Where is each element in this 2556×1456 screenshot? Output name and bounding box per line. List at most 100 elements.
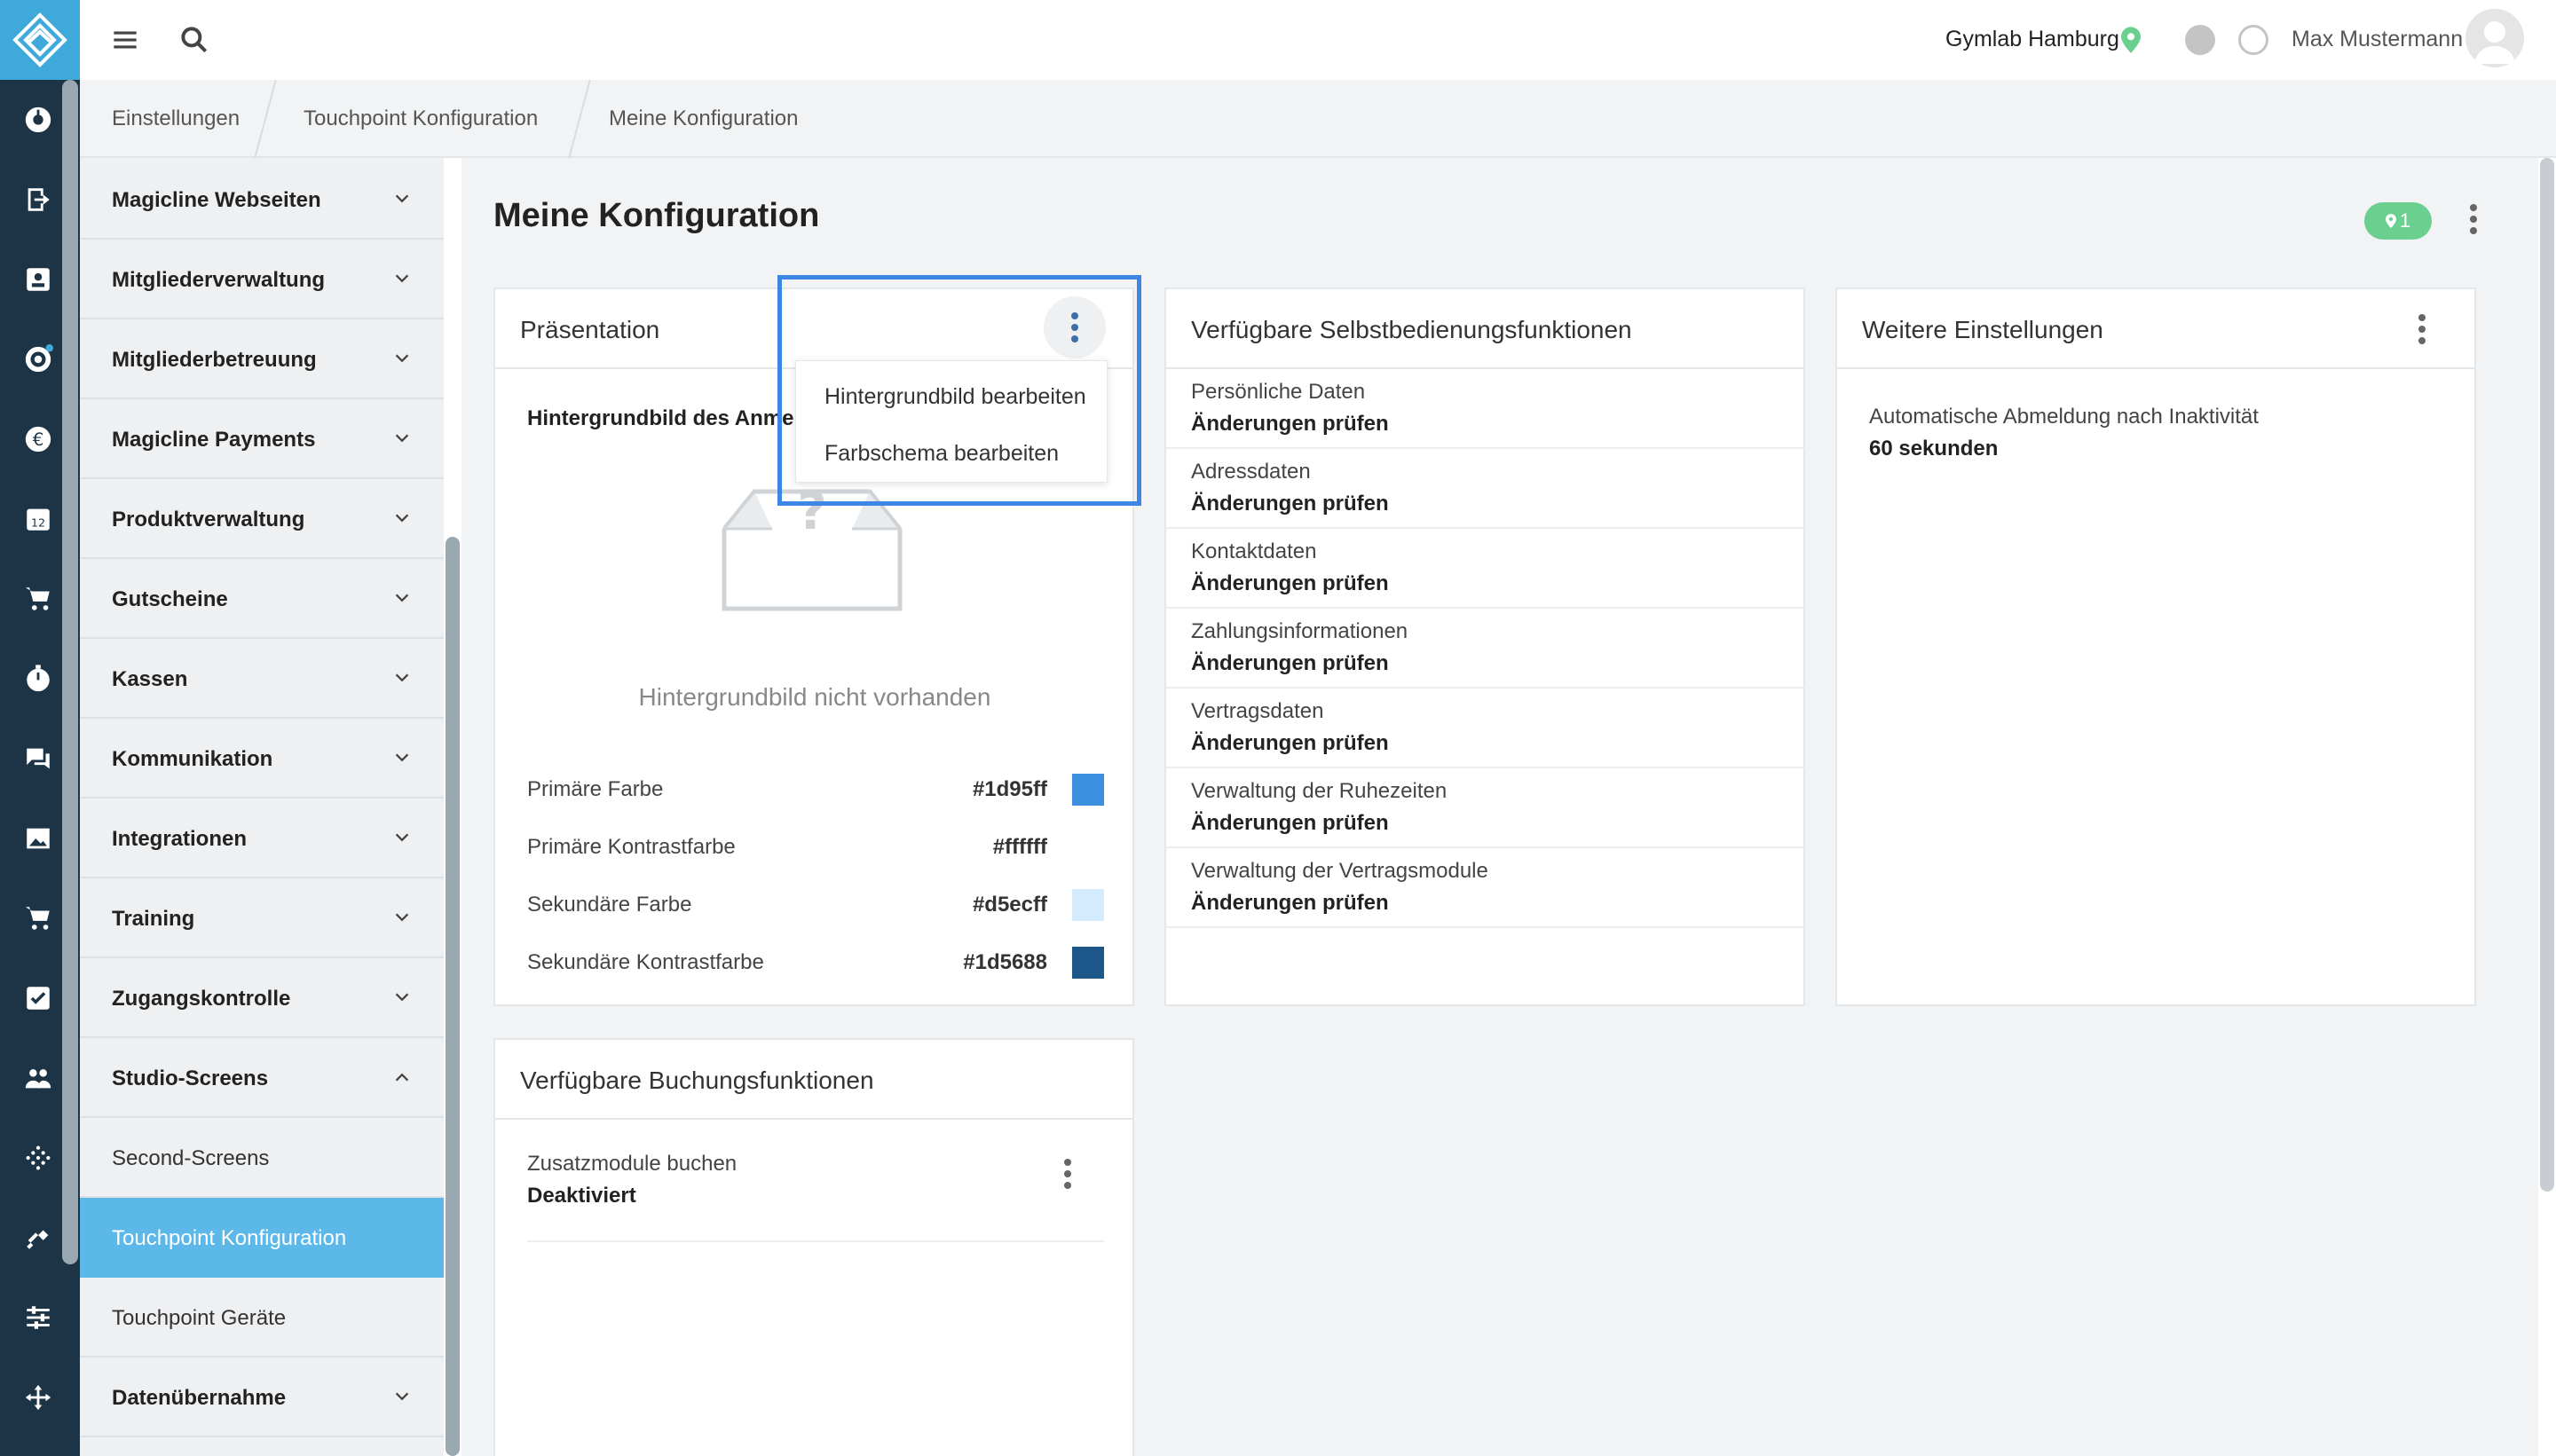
sidebar-item-magicline-payments[interactable]: Magicline Payments <box>80 399 444 479</box>
divider <box>1166 527 1805 529</box>
more-icon[interactable] <box>2418 314 2426 350</box>
main-content: Meine Konfiguration 1 Präsentation Hinte… <box>462 158 2554 1456</box>
sidebar-item-zugangskontrolle[interactable]: Zugangskontrolle <box>80 958 444 1038</box>
card-title: Präsentation <box>520 316 660 343</box>
chevron-down-icon <box>395 274 409 283</box>
move-arrows-icon[interactable] <box>18 1377 59 1418</box>
clock-icon[interactable] <box>2238 25 2268 55</box>
menu-icon[interactable] <box>108 23 142 57</box>
dumbbell-icon[interactable] <box>18 1217 59 1258</box>
sidebar-item-mitgliederbetreuung[interactable]: Mitgliederbetreuung <box>80 319 444 399</box>
divider <box>1166 447 1805 449</box>
chevron-down-icon <box>395 913 409 922</box>
sidebar-item-label: Kassen <box>112 667 188 691</box>
more-icon[interactable] <box>1063 1159 1072 1194</box>
rail-scrollbar[interactable] <box>62 80 78 1264</box>
page-more-icon[interactable] <box>2469 204 2487 240</box>
logo-icon <box>12 12 67 67</box>
auto-logout-setting: Automatische Abmeldung nach Inaktivität 6… <box>1869 405 2259 461</box>
sidebar-item-magicline-webseiten[interactable]: Magicline Webseiten <box>80 160 444 240</box>
breadcrumb-separator <box>568 80 591 158</box>
divider <box>1166 687 1805 689</box>
sidebar-item-label: Integrationen <box>112 827 248 851</box>
sidebar-item-label: Mitgliederverwaltung <box>112 268 326 292</box>
sidebar-item-label: Kommunikation <box>112 747 273 771</box>
dot-grid-icon[interactable] <box>18 1137 59 1178</box>
item-label: Verwaltung der Vertragsmodule <box>1191 859 1488 883</box>
chevron-down-icon <box>395 194 409 203</box>
dashboard-icon[interactable] <box>18 99 59 140</box>
studio-name[interactable]: Gymlab Hamburg <box>1945 27 2119 52</box>
color-row-primary: Primäre Farbe #1d95ff <box>527 772 1104 807</box>
settings-sliders-icon[interactable] <box>18 1297 59 1338</box>
selfservice-item[interactable]: Kontaktdaten Änderungen prüfen <box>1191 539 1389 596</box>
chevron-down-icon <box>395 594 409 602</box>
location-count-badge[interactable]: 1 <box>2364 202 2432 240</box>
support-icon[interactable] <box>18 339 59 380</box>
sidebar-item-datenuebernahme[interactable]: Datenübernahme <box>80 1358 444 1437</box>
color-row-primary-contrast: Primäre Kontrastfarbe #ffffff <box>527 830 1104 865</box>
search-icon[interactable] <box>178 23 211 57</box>
chat-icon[interactable] <box>18 738 59 779</box>
shop-cart-icon[interactable] <box>18 898 59 939</box>
location-pin-icon <box>2121 27 2141 53</box>
sidebar-item-mitgliederverwaltung[interactable]: Mitgliederverwaltung <box>80 240 444 319</box>
sidebar-item-kommunikation[interactable]: Kommunikation <box>80 719 444 799</box>
card-header: Verfügbare Selbstbedienungsfunktionen <box>1166 289 1803 369</box>
selfservice-item[interactable]: Verwaltung der Vertragsmodule Änderungen … <box>1191 859 1488 916</box>
image-icon[interactable] <box>18 818 59 859</box>
checkbox-icon[interactable] <box>18 978 59 1019</box>
sidebar-item-touchpoint-konfiguration[interactable]: Touchpoint Konfiguration <box>80 1198 444 1278</box>
color-swatch <box>1072 774 1104 806</box>
selfservice-item[interactable]: Verwaltung der Ruhezeiten Änderungen prüf… <box>1191 779 1447 836</box>
chevron-up-icon <box>395 1073 409 1082</box>
card-title: Verfügbare Selbstbedienungsfunktionen <box>1191 316 1632 343</box>
cart-icon[interactable] <box>18 578 59 619</box>
timer-icon[interactable] <box>18 658 59 699</box>
chevron-down-icon <box>395 833 409 842</box>
item-value: Änderungen prüfen <box>1191 731 1389 755</box>
sidebar-item-produktverwaltung[interactable]: Produktverwaltung <box>80 479 444 559</box>
location-pin-icon <box>2385 214 2396 228</box>
item-label: Adressdaten <box>1191 460 1311 484</box>
sidebar-item-gutscheine[interactable]: Gutscheine <box>80 559 444 639</box>
euro-icon[interactable]: € <box>18 419 59 460</box>
item-value: Änderungen prüfen <box>1191 811 1389 835</box>
divider <box>1166 767 1805 768</box>
breadcrumb-settings[interactable]: Einstellungen <box>112 106 240 131</box>
item-label: Zusatzmodule buchen <box>527 1152 738 1176</box>
breadcrumb: Einstellungen Touchpoint Konfiguration M… <box>80 80 2556 158</box>
chevron-down-icon <box>395 753 409 762</box>
sidebar-scrollbar[interactable] <box>446 537 460 1456</box>
download-icon[interactable] <box>2185 25 2215 55</box>
main-scrollbar[interactable] <box>2540 158 2554 1192</box>
sidebar-item-studio-screens[interactable]: Studio-Screens <box>80 1038 444 1118</box>
icon-rail: € 12 <box>0 0 80 1456</box>
selfservice-item[interactable]: Zahlungsinformationen Änderungen prüfen <box>1191 619 1408 676</box>
color-name: Sekundäre Kontrastfarbe <box>527 950 764 974</box>
chevron-down-icon <box>395 434 409 443</box>
group-icon[interactable] <box>18 1058 59 1098</box>
sidebar-item-kassen[interactable]: Kassen <box>80 639 444 719</box>
selfservice-item[interactable]: Persönliche Daten Änderungen prüfen <box>1191 380 1389 437</box>
selfservice-item[interactable]: Adressdaten Änderungen prüfen <box>1191 460 1389 516</box>
color-hex: #1d95ff <box>972 777 1047 801</box>
check-in-icon[interactable] <box>18 179 59 220</box>
sidebar-item-second-screens[interactable]: Second-Screens <box>80 1118 444 1198</box>
breadcrumb-touchpoint[interactable]: Touchpoint Konfiguration <box>304 106 538 131</box>
sidebar-item-touchpoint-geraete[interactable]: Touchpoint Geräte <box>80 1278 444 1358</box>
booking-item: Zusatzmodule buchen Deaktiviert <box>527 1152 737 1208</box>
calendar-icon[interactable]: 12 <box>18 499 59 539</box>
setting-label: Automatische Abmeldung nach Inaktivität <box>1869 405 2259 429</box>
app-logo[interactable] <box>0 0 80 80</box>
sidebar-item-integrationen[interactable]: Integrationen <box>80 799 444 878</box>
sidebar-item-training[interactable]: Training <box>80 878 444 958</box>
avatar[interactable] <box>2465 9 2524 67</box>
selfservice-item[interactable]: Vertragsdaten Änderungen prüfen <box>1191 699 1389 756</box>
card-title: Verfügbare Buchungsfunktionen <box>520 1066 874 1094</box>
color-hex: #1d5688 <box>963 950 1047 974</box>
item-value: Änderungen prüfen <box>1191 492 1389 516</box>
members-card-icon[interactable] <box>18 259 59 300</box>
user-name[interactable]: Max Mustermann <box>2292 27 2463 52</box>
setting-value: 60 sekunden <box>1869 437 1999 460</box>
